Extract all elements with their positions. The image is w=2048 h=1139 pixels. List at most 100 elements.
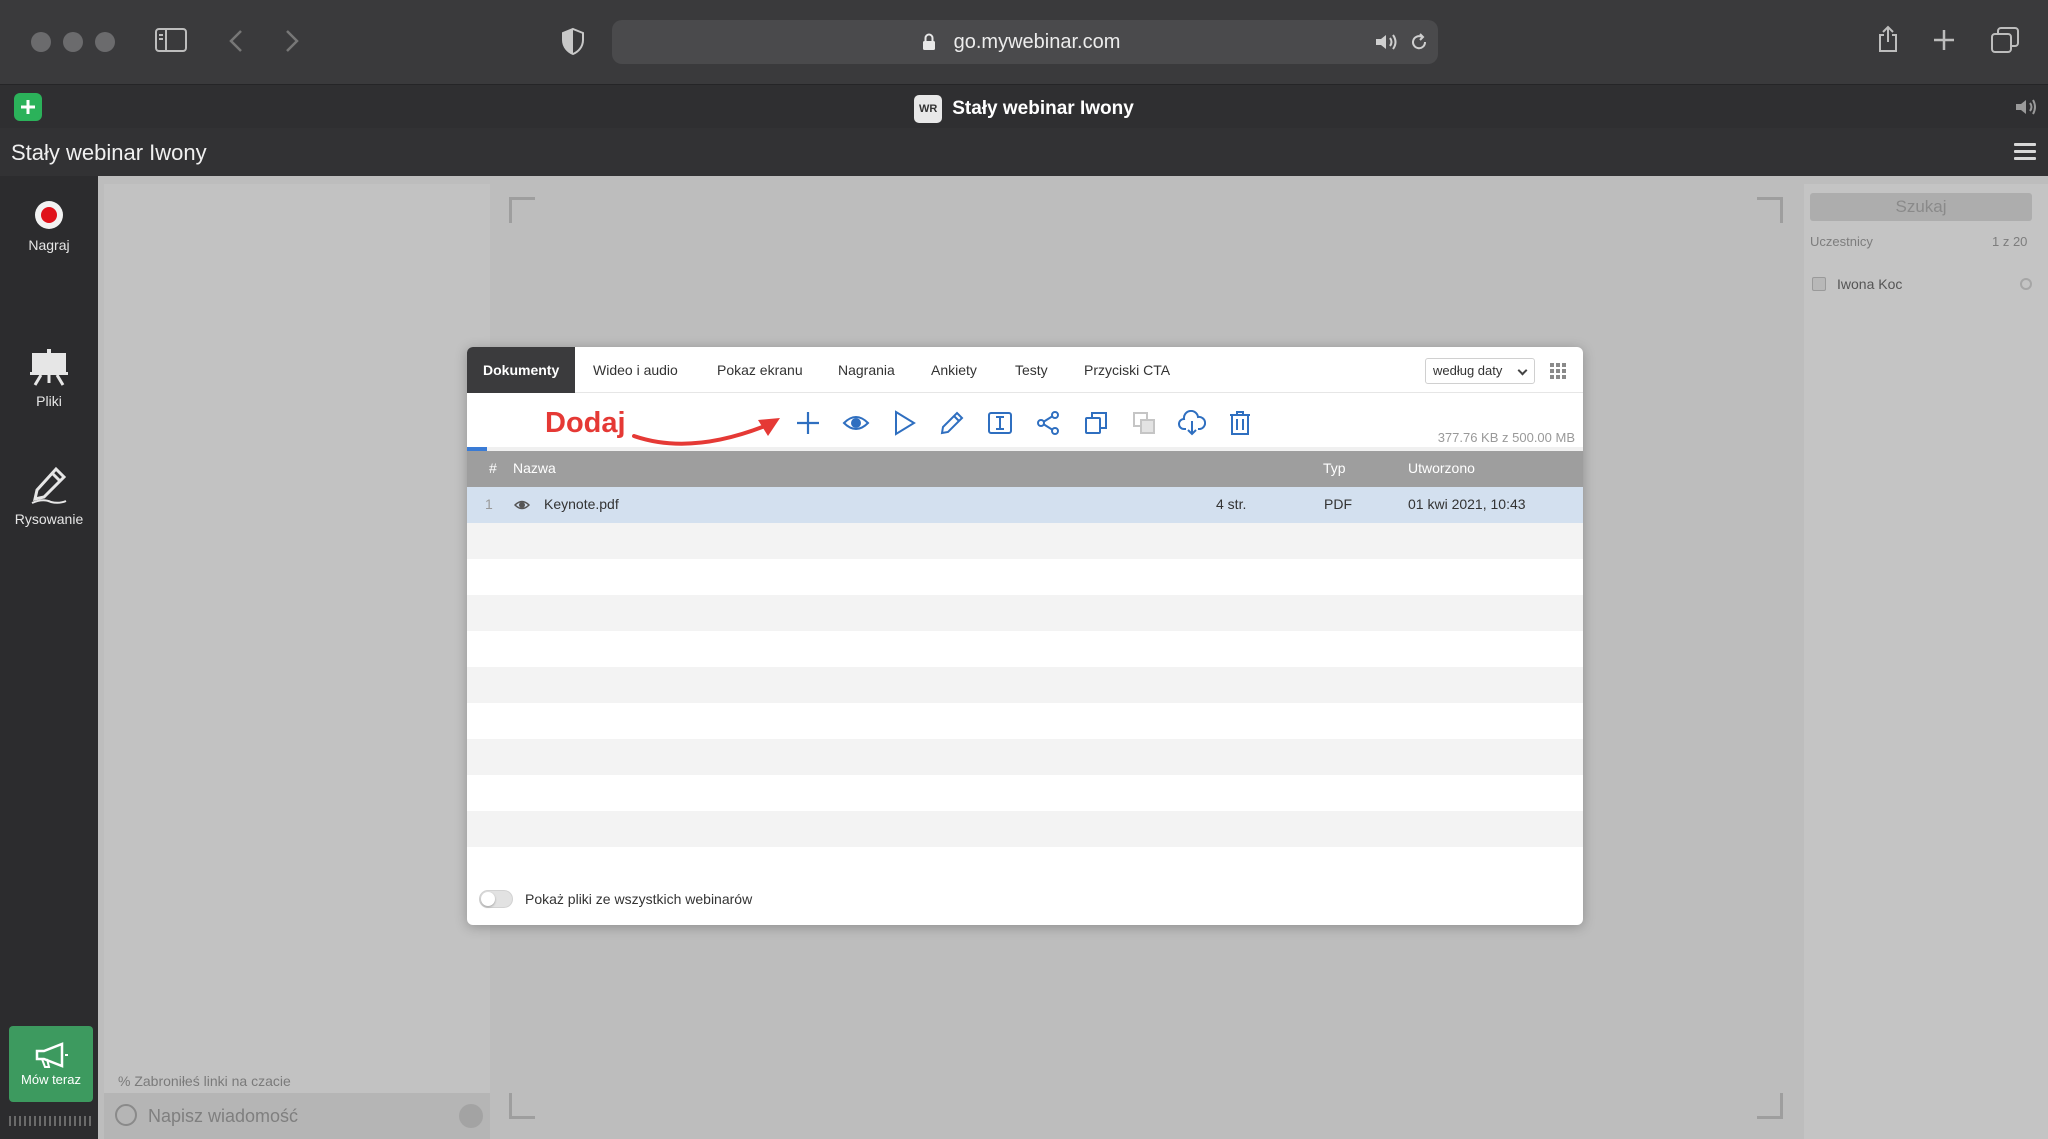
row-number: 1: [485, 496, 493, 512]
sort-select[interactable]: według daty: [1425, 358, 1535, 384]
empty-row: [467, 703, 1583, 739]
present-file-button[interactable]: [888, 407, 920, 439]
forward-icon[interactable]: [282, 28, 302, 54]
window-minimize-button[interactable]: [63, 32, 83, 52]
all-webinars-label: Pokaż pliki ze wszystkich webinarów: [525, 891, 753, 907]
empty-row: [467, 559, 1583, 595]
modal-tabs: Dokumenty Wideo i audio Pokaz ekranu Nag…: [467, 347, 1583, 393]
speak-now-label: Mów teraz: [21, 1072, 81, 1087]
gear-icon[interactable]: [2020, 278, 2032, 290]
easel-icon: [30, 349, 68, 386]
app-header: Stały webinar Iwony: [0, 128, 2048, 176]
file-created: 01 kwi 2021, 10:43: [1408, 496, 1526, 512]
address-bar[interactable]: go.mywebinar.com: [612, 20, 1438, 64]
file-type: PDF: [1324, 496, 1352, 512]
share-icon[interactable]: [1876, 24, 1900, 54]
empty-row: [467, 595, 1583, 631]
emoji-icon[interactable]: [115, 1104, 137, 1126]
drawing-label: Rysowanie: [14, 511, 84, 527]
new-tab-icon[interactable]: [1932, 28, 1956, 52]
tab-overview-icon[interactable]: [1990, 26, 2020, 54]
stage-corner: [1757, 1093, 1783, 1119]
preview-file-button[interactable]: [840, 407, 872, 439]
menu-icon[interactable]: [2014, 143, 2036, 161]
reload-icon[interactable]: [1408, 31, 1430, 53]
record-icon: [35, 201, 63, 229]
tool-sidebar: Nagraj Pliki Rysowanie Mów teraz: [0, 176, 98, 1139]
participants-heading: Uczestnicy: [1810, 234, 1873, 249]
copy-file-button[interactable]: [1080, 407, 1112, 439]
files-modal: Dokumenty Wideo i audio Pokaz ekranu Nag…: [467, 347, 1583, 925]
lock-icon: [921, 32, 937, 52]
col-type[interactable]: Typ: [1323, 460, 1346, 476]
col-created[interactable]: Utworzono: [1408, 460, 1475, 476]
window-close-button[interactable]: [31, 32, 51, 52]
tab-audio-icon[interactable]: [2014, 97, 2038, 117]
webinar-title: Stały webinar Iwony: [11, 140, 207, 165]
eye-icon[interactable]: [514, 499, 530, 511]
cloud-download-icon: [1178, 410, 1206, 436]
drawing-button[interactable]: Rysowanie: [0, 466, 98, 527]
storage-usage: 377.76 KB z 500.00 MB: [1437, 430, 1575, 445]
empty-row: [467, 523, 1583, 559]
tab-polls[interactable]: Ankiety: [931, 347, 977, 393]
all-webinars-toggle[interactable]: [479, 890, 513, 908]
delete-file-button[interactable]: [1224, 407, 1256, 439]
browser-toolbar: go.mywebinar.com: [0, 0, 2048, 84]
chat-input-bar[interactable]: Napisz wiadomość: [104, 1093, 490, 1139]
pencil-icon: [31, 466, 67, 504]
sort-value: według daty: [1433, 363, 1503, 378]
chat-notice-text: Zabroniłeś linki na czacie: [134, 1073, 291, 1089]
edit-pencil-icon: [940, 411, 964, 435]
participant-row[interactable]: Iwona Koc: [1810, 275, 2032, 295]
file-table-header: # Nazwa Typ Utworzono: [467, 451, 1583, 487]
tab-documents[interactable]: Dokumenty: [467, 347, 576, 393]
url-text: go.mywebinar.com: [953, 31, 1121, 53]
stage-corner: [1757, 197, 1783, 223]
tab-tests[interactable]: Testy: [1015, 347, 1048, 393]
empty-row: [467, 667, 1583, 703]
col-num: #: [489, 460, 497, 476]
play-icon: [895, 410, 916, 436]
rename-icon: [988, 412, 1012, 434]
participant-avatar: [1812, 277, 1826, 291]
active-tab[interactable]: WR Stały webinar Iwony: [0, 95, 2048, 123]
link-icon: %: [118, 1073, 131, 1089]
tab-favicon: WR: [914, 95, 943, 123]
tab-cta-buttons[interactable]: Przyciski CTA: [1084, 347, 1170, 393]
speak-now-button[interactable]: Mów teraz: [9, 1026, 93, 1102]
merge-file-button[interactable]: [1128, 407, 1160, 439]
download-file-button[interactable]: [1176, 407, 1208, 439]
tab-recordings[interactable]: Nagrania: [838, 347, 895, 393]
copy-icon: [1085, 412, 1107, 434]
sidebar-toggle-icon[interactable]: [155, 27, 187, 53]
col-name[interactable]: Nazwa: [513, 460, 556, 476]
edit-file-button[interactable]: [936, 407, 968, 439]
privacy-shield-icon[interactable]: [560, 27, 586, 55]
file-name: Keynote.pdf: [544, 496, 619, 512]
window-zoom-button[interactable]: [95, 32, 115, 52]
participants-search-button[interactable]: Szukaj: [1810, 193, 2032, 221]
add-file-button[interactable]: [792, 407, 824, 439]
rename-file-button[interactable]: [984, 407, 1016, 439]
chat-input[interactable]: Napisz wiadomość: [148, 1106, 298, 1127]
file-pages: 4 str.: [1216, 496, 1247, 512]
table-row[interactable]: 1 Keynote.pdf 4 str. PDF 01 kwi 2021, 10…: [467, 487, 1583, 523]
chat-link-notice: % Zabroniłeś linki na czacie: [118, 1073, 291, 1089]
files-button[interactable]: Pliki: [0, 348, 98, 409]
speaker-icon[interactable]: [1374, 32, 1400, 52]
stage-corner: [509, 197, 535, 223]
send-icon[interactable]: [459, 1104, 483, 1128]
share-file-button[interactable]: [1032, 407, 1064, 439]
chat-panel: [104, 184, 490, 1139]
empty-row: [467, 631, 1583, 667]
tab-screen-share[interactable]: Pokaz ekranu: [717, 347, 803, 393]
tab-video-audio[interactable]: Wideo i audio: [593, 347, 678, 393]
share-nodes-icon: [1037, 411, 1059, 435]
empty-row: [467, 739, 1583, 775]
record-button[interactable]: Nagraj: [0, 200, 98, 253]
back-icon[interactable]: [226, 28, 246, 54]
participant-name: Iwona Koc: [1837, 276, 1903, 292]
grid-view-icon[interactable]: [1550, 363, 1566, 379]
tab-strip: WR Stały webinar Iwony: [0, 84, 2048, 128]
